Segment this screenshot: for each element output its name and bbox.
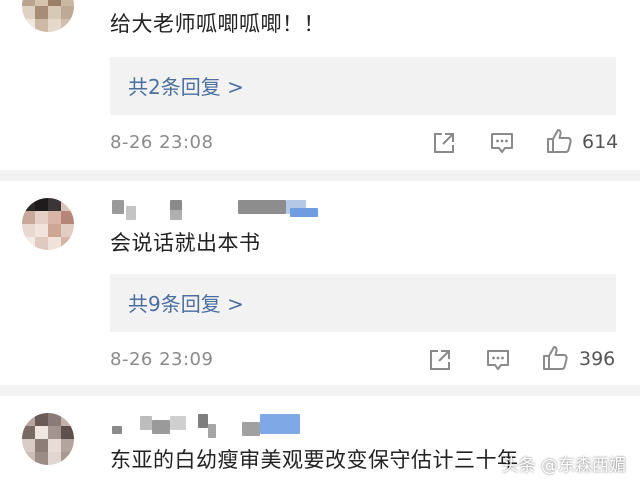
divider	[0, 385, 640, 396]
comment-text: 会说话就出本书	[110, 231, 261, 255]
view-replies-button[interactable]: 共2条回复 >	[110, 57, 616, 115]
avatar[interactable]	[22, 198, 74, 250]
like-icon[interactable]	[541, 344, 569, 372]
view-replies-label: 共9条回复 >	[128, 292, 244, 316]
like-icon[interactable]	[545, 127, 573, 155]
divider	[0, 170, 640, 181]
like-count: 614	[582, 131, 619, 153]
view-replies-label: 共2条回复 >	[128, 75, 244, 99]
comment-text: 给大老师呱唧呱唧！！	[110, 12, 325, 36]
username[interactable]	[112, 412, 312, 438]
like-count: 396	[579, 348, 616, 370]
share-icon[interactable]	[426, 346, 454, 374]
comment-timestamp: 8-26 23:09	[110, 349, 214, 370]
comment-icon[interactable]	[484, 346, 512, 374]
view-replies-button[interactable]: 共9条回复 >	[110, 274, 616, 332]
comment-text: 东亚的白幼瘦审美观要改变保守估计三十年	[110, 448, 519, 472]
watermark: 头条 @东森西媚	[501, 456, 626, 476]
avatar[interactable]	[22, 413, 74, 465]
avatar[interactable]	[22, 0, 74, 32]
comment-timestamp: 8-26 23:08	[110, 132, 214, 153]
comment-icon[interactable]	[488, 129, 516, 157]
share-icon[interactable]	[430, 129, 458, 157]
username[interactable]	[112, 198, 322, 220]
